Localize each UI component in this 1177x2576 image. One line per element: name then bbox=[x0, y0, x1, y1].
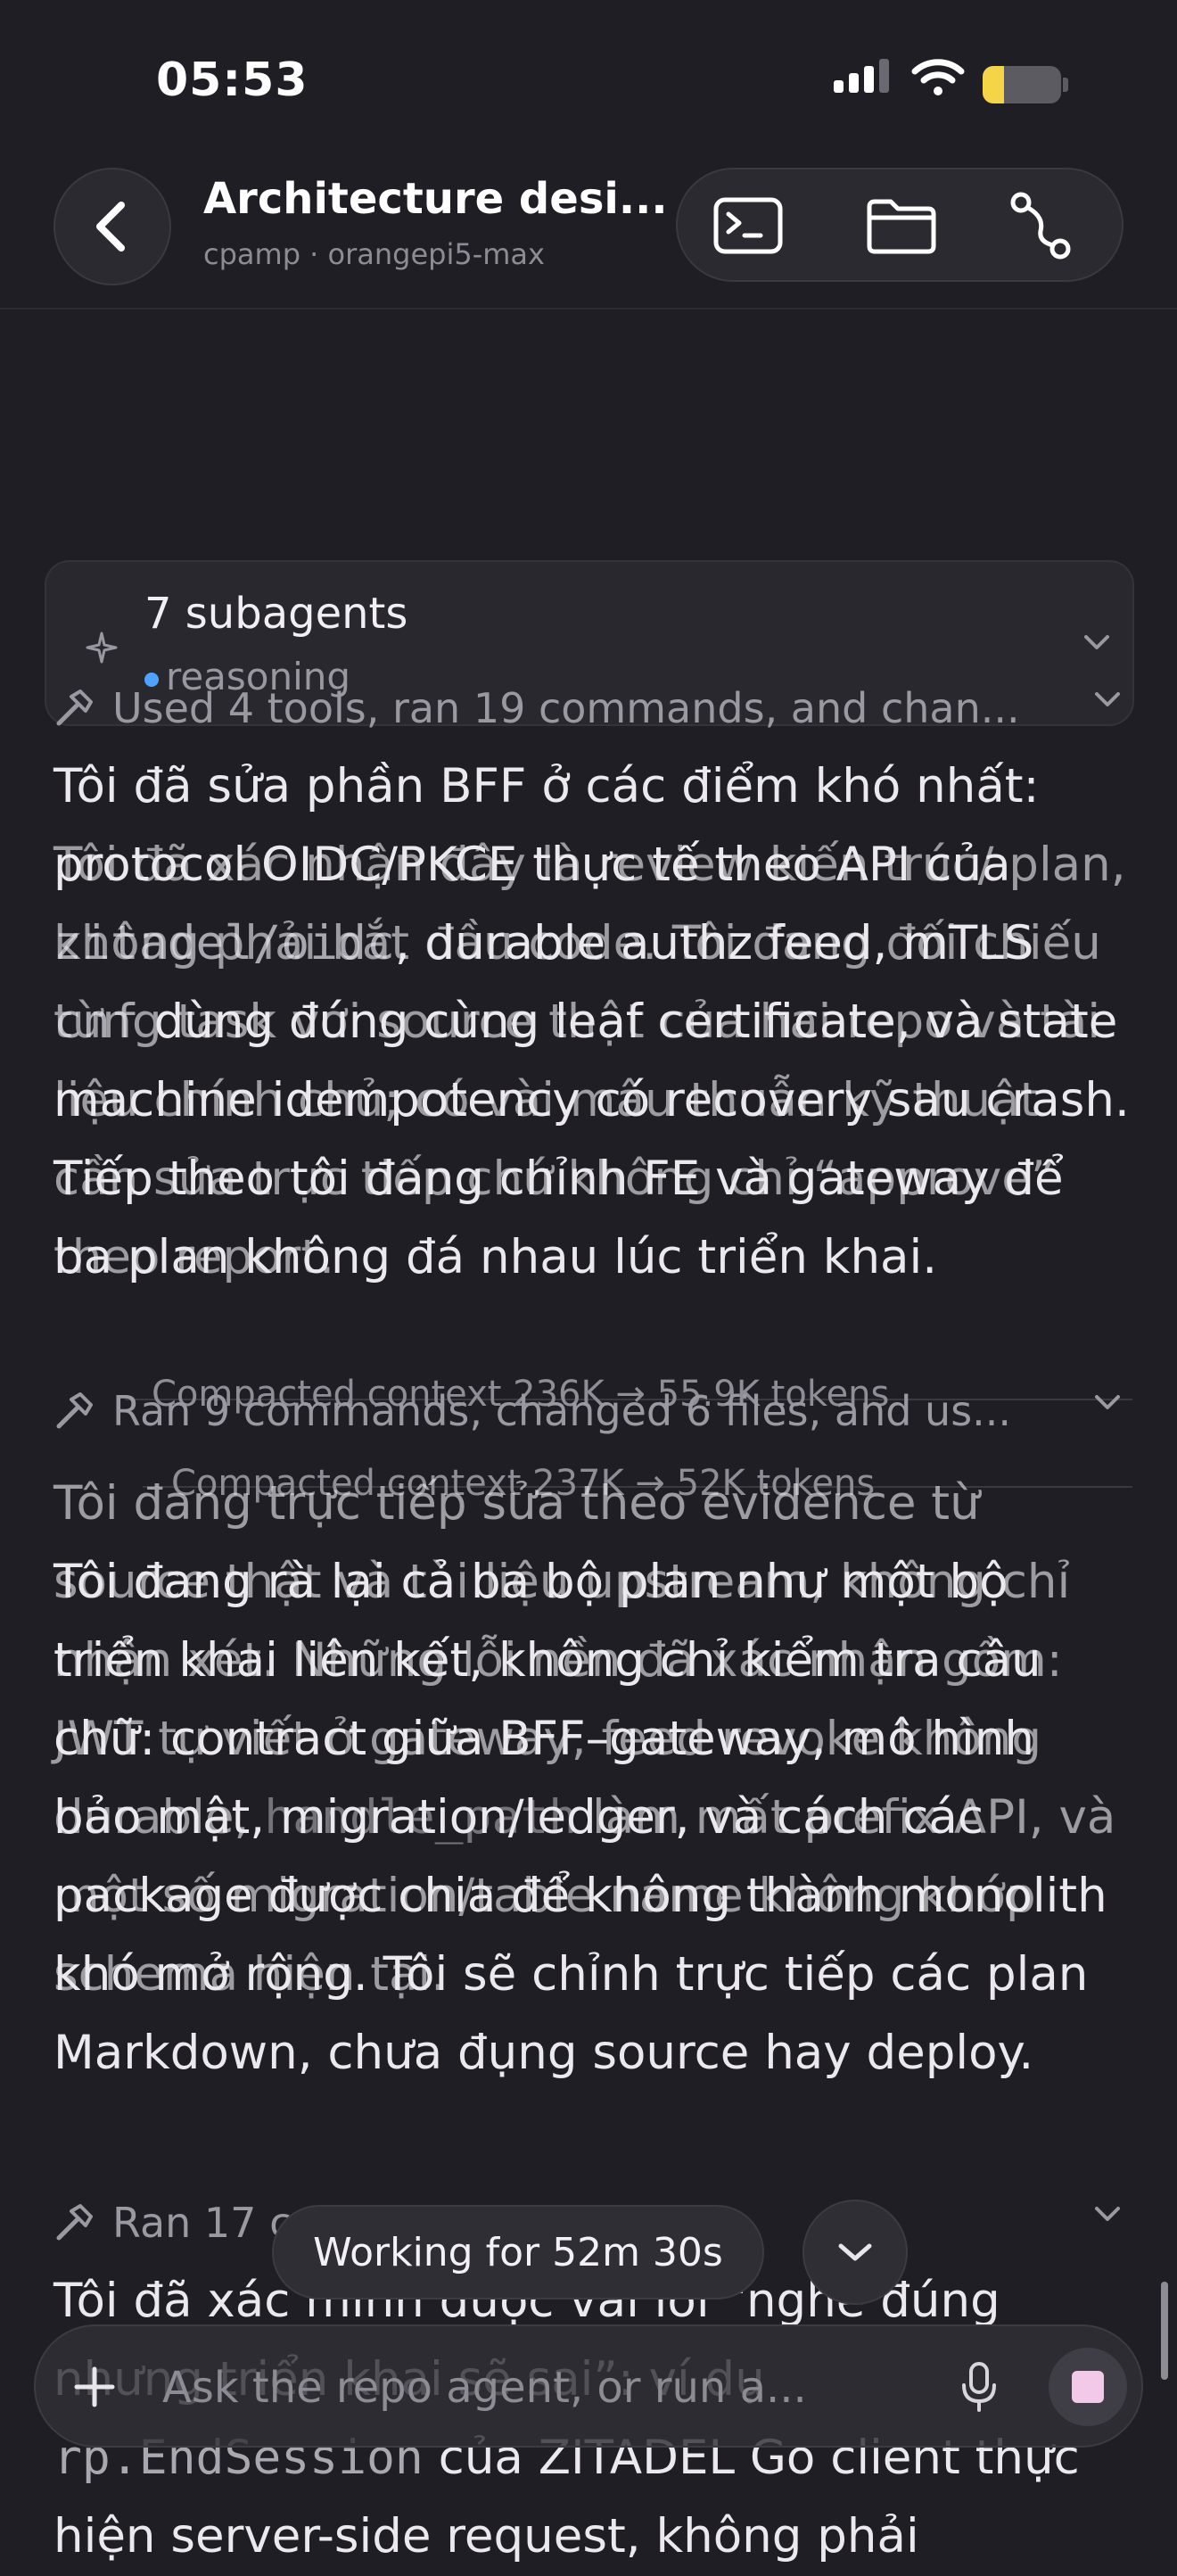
microphone-button[interactable] bbox=[945, 2353, 1013, 2421]
back-button[interactable] bbox=[54, 168, 171, 285]
chevron-down-icon bbox=[1095, 2207, 1120, 2221]
chevron-down-icon bbox=[1095, 1395, 1120, 1409]
message-input[interactable] bbox=[160, 2358, 940, 2417]
plus-icon bbox=[74, 2366, 115, 2407]
page-subtitle: cpamp · orangepi5-max bbox=[203, 237, 545, 271]
assistant-message: Tôi đang rà lại cả ba bộ plan như một bộ… bbox=[54, 1555, 1107, 2080]
git-branch-icon bbox=[1010, 192, 1071, 260]
working-indicator: Working for 52m 30s bbox=[272, 2205, 764, 2299]
tool-activity-row[interactable]: Ran 9 commands, changed 6 files, and us.… bbox=[54, 1383, 1124, 1440]
subagents-title: 7 subagents bbox=[144, 589, 408, 639]
add-attachment-button[interactable] bbox=[61, 2353, 128, 2421]
folder-icon bbox=[867, 199, 936, 254]
tool-activity-row[interactable]: Used 4 tools, ran 19 commands, and chan.… bbox=[54, 680, 1124, 737]
chevron-down-icon bbox=[838, 2243, 872, 2261]
scrollbar[interactable] bbox=[1161, 2282, 1168, 2380]
microphone-icon bbox=[962, 2362, 996, 2412]
scroll-to-bottom-button[interactable] bbox=[802, 2200, 908, 2305]
assistant-message: Tôi đã xác nhận đây là review kiến trúc/… bbox=[54, 838, 1126, 1284]
git-branch-button[interactable] bbox=[1000, 187, 1081, 264]
chevron-left-icon bbox=[96, 202, 125, 252]
hammer-icon bbox=[56, 1392, 93, 1429]
tool-activity-label: Used 4 tools, ran 19 commands, and chan.… bbox=[112, 684, 1020, 732]
terminal-icon bbox=[713, 197, 783, 254]
terminal-button[interactable] bbox=[708, 187, 788, 264]
composer bbox=[34, 2324, 1143, 2448]
chevron-down-icon bbox=[1095, 692, 1120, 706]
files-button[interactable] bbox=[861, 187, 942, 264]
stop-icon bbox=[1072, 2371, 1104, 2403]
hammer-icon bbox=[56, 689, 93, 726]
hammer-icon bbox=[56, 2204, 93, 2241]
stop-button[interactable] bbox=[1049, 2348, 1127, 2426]
page-title: Architecture desi... bbox=[203, 174, 668, 224]
chevron-down-icon bbox=[1084, 635, 1109, 649]
sparkles-icon bbox=[86, 632, 118, 664]
tool-activity-label: Ran 17 c bbox=[112, 2199, 292, 2247]
tool-activity-label: Ran 9 commands, changed 6 files, and us.… bbox=[112, 1387, 1012, 1435]
header-actions bbox=[676, 168, 1124, 282]
